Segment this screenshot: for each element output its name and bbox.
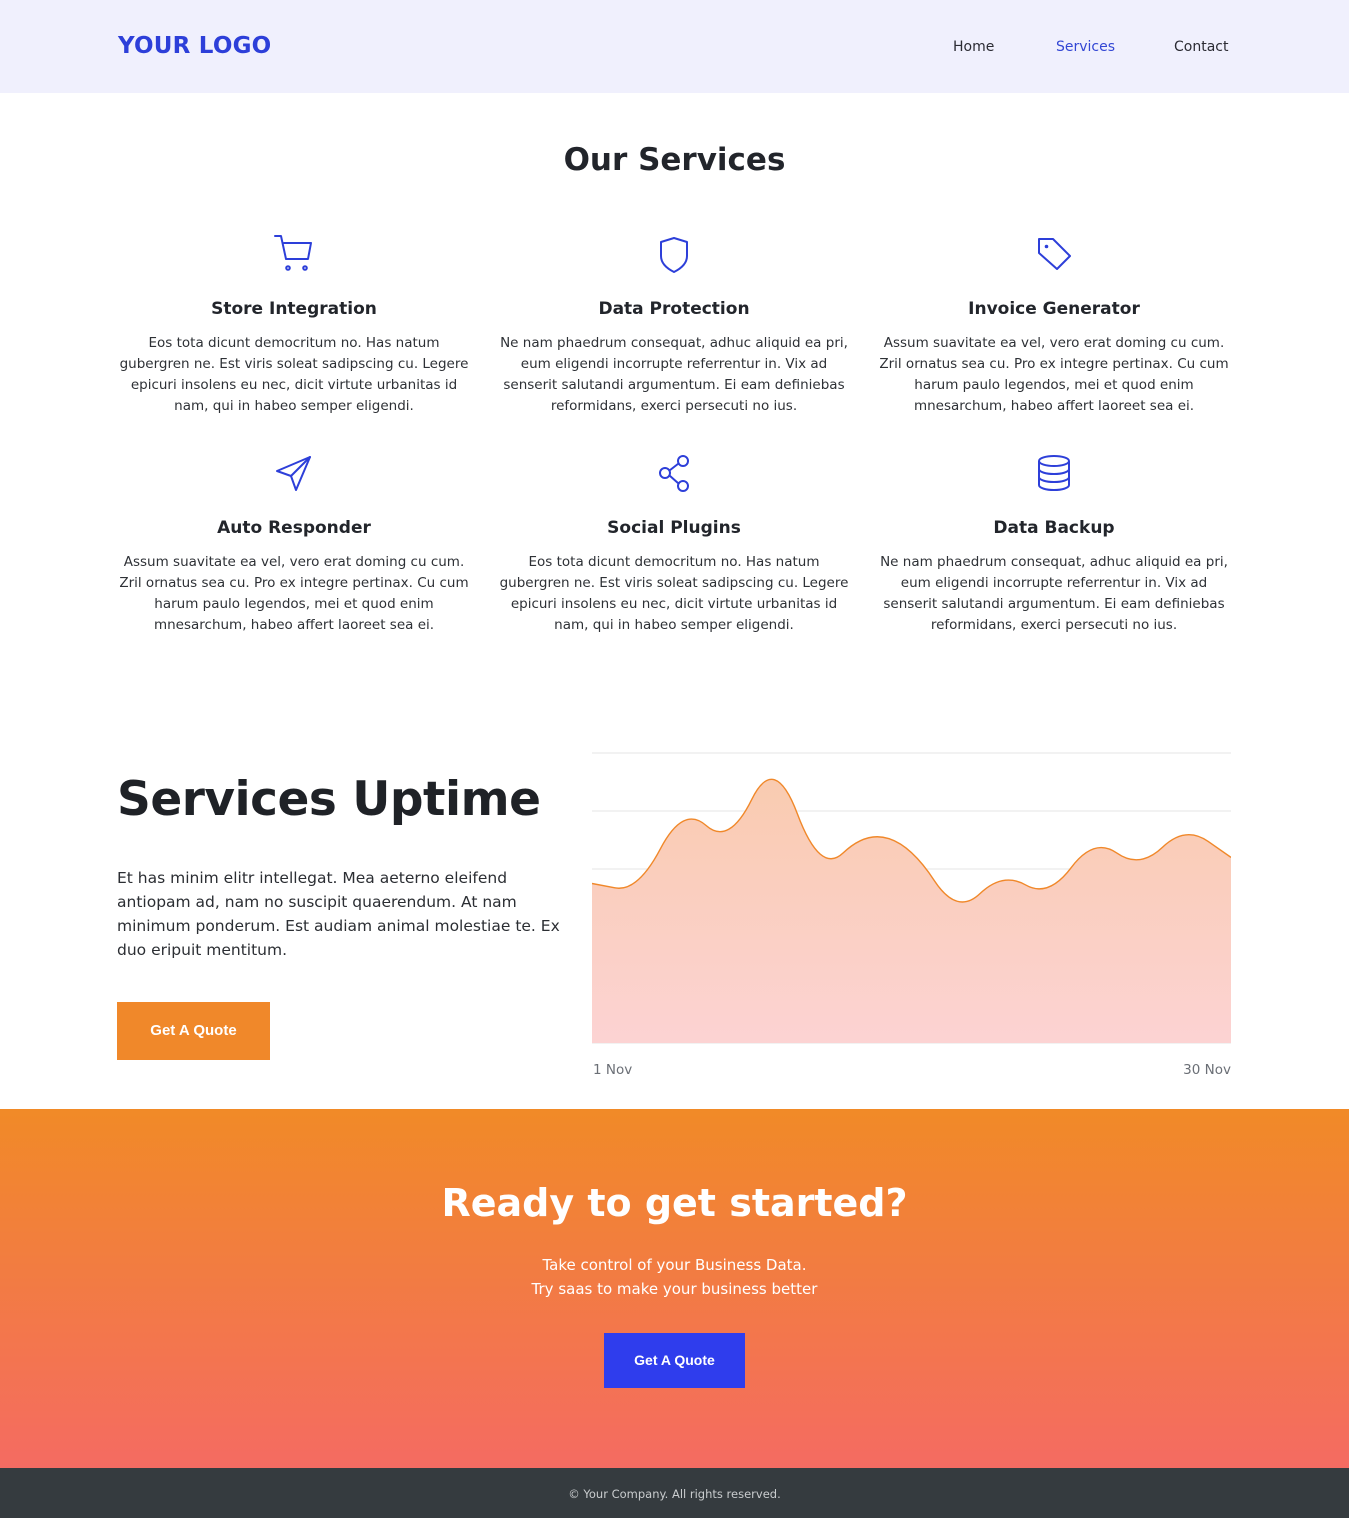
service-card-auto-responder: Auto Responder Assum suavitate ea vel, v… — [116, 451, 472, 636]
nav-home-link[interactable]: Home — [953, 39, 994, 55]
tag-icon — [1038, 238, 1071, 270]
service-description: Eos tota dicunt democritum no. Has natum… — [499, 554, 849, 633]
service-title: Social Plugins — [607, 518, 741, 538]
service-description: Ne nam phaedrum consequat, adhuc aliquid… — [880, 554, 1228, 633]
cta-subtitle-line-2: Try saas to make your business better — [531, 1280, 818, 1298]
service-title: Data Backup — [993, 518, 1115, 538]
nav-contact-link[interactable]: Contact — [1174, 39, 1228, 55]
cta-subtitle-line-1: Take control of your Business Data. — [542, 1256, 807, 1274]
share-icon — [659, 455, 689, 492]
service-card-social-plugins: Social Plugins Eos tota dicunt democritu… — [496, 451, 852, 636]
service-title: Data Protection — [598, 299, 750, 319]
cta-title: Ready to get started? — [441, 1181, 908, 1225]
service-title: Auto Responder — [217, 518, 371, 538]
x-tick-label-end: 30 Nov — [1183, 1062, 1231, 1078]
get-quote-button[interactable]: Get A Quote — [117, 1002, 270, 1060]
service-description: Eos tota dicunt democritum no. Has natum… — [119, 335, 469, 414]
cta-section: Ready to get started? Take control of yo… — [0, 1109, 1349, 1468]
cart-icon — [274, 235, 312, 271]
uptime-chart: 1 Nov 30 Nov — [592, 740, 1231, 1080]
database-icon — [1038, 455, 1070, 492]
nav-services-link[interactable]: Services — [1056, 39, 1115, 55]
service-card-invoice-generator: Invoice Generator Assum suavitate ea vel… — [876, 232, 1232, 417]
service-card-data-protection: Data Protection Ne nam phaedrum consequa… — [496, 232, 852, 417]
service-description: Ne nam phaedrum consequat, adhuc aliquid… — [500, 335, 848, 414]
service-title: Invoice Generator — [968, 299, 1140, 319]
footer-copyright: © Your Company. All rights reserved. — [568, 1487, 781, 1501]
site-footer: © Your Company. All rights reserved. — [0, 1468, 1349, 1518]
site-header: YOUR LOGO Home Services Contact — [0, 0, 1349, 93]
cta-get-quote-button[interactable]: Get A Quote — [604, 1333, 745, 1388]
service-card-data-backup: Data Backup Ne nam phaedrum consequat, a… — [876, 451, 1232, 636]
shield-icon — [660, 237, 688, 273]
service-title: Store Integration — [211, 299, 377, 319]
services-title: Our Services — [563, 142, 786, 178]
service-description: Assum suavitate ea vel, vero erat doming… — [119, 554, 469, 633]
uptime-chart-svg — [592, 752, 1231, 1044]
service-card-store-integration: Store Integration Eos tota dicunt democr… — [116, 232, 472, 417]
uptime-description: Et has minim elitr intellegat. Mea aeter… — [117, 869, 560, 959]
uptime-title: Services Uptime — [117, 772, 541, 827]
x-tick-label-start: 1 Nov — [593, 1062, 633, 1078]
logo[interactable]: YOUR LOGO — [118, 33, 271, 59]
paper-plane-icon — [276, 456, 311, 491]
service-description: Assum suavitate ea vel, vero erat doming… — [879, 335, 1229, 414]
